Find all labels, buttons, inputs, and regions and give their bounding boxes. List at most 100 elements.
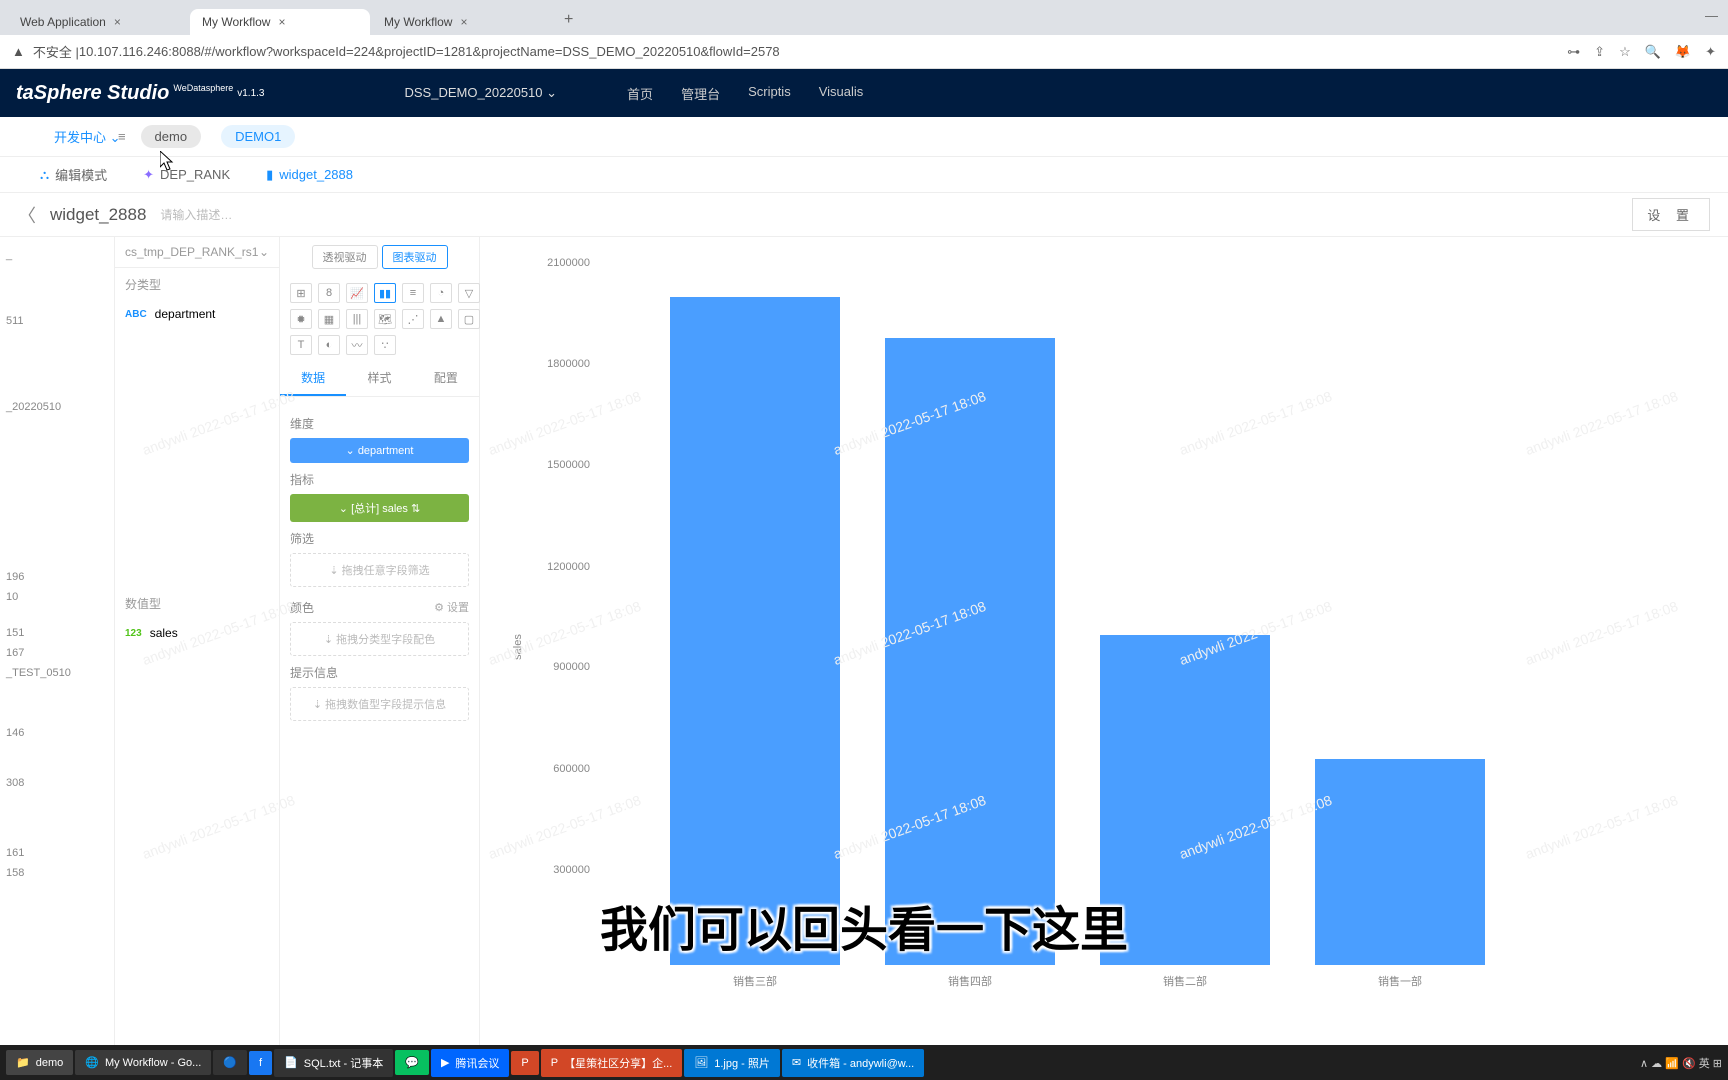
share-icon[interactable]: ⇪ (1594, 44, 1605, 60)
app-logo[interactable]: taSphere StudioWeDatasphere (16, 82, 233, 105)
taskbar-notepad[interactable]: 📄 SQL.txt - 记事本 (274, 1049, 393, 1077)
back-button[interactable]: 〈 (18, 202, 36, 228)
tab-data[interactable]: 数据 (280, 361, 346, 396)
crumb-demo[interactable]: demo (141, 125, 202, 148)
tree-item[interactable]: 146 (4, 723, 110, 743)
map-chart-icon[interactable]: 🗺 (374, 309, 396, 329)
left-tree[interactable]: _ 511 _20220510 196 10 151 167 _TEST_051… (0, 237, 115, 1045)
tree-item[interactable]: 158 (4, 863, 110, 883)
config-panel: 透视驱动 图表驱动 ⊞ 8 📈 ▮▮ ≡ ◔ ▽ ✹ ▦ ||| 🗺 ⋰ ▲ ▢… (280, 237, 480, 1045)
pie-chart-icon[interactable]: ◔ (430, 283, 452, 303)
y-tick: 1500000 (530, 459, 590, 471)
subtab-widget[interactable]: ▮ widget_2888 (258, 163, 361, 187)
tab-style[interactable]: 样式 (346, 361, 412, 396)
collapse-icon[interactable]: ≡ (118, 129, 126, 144)
taskbar-ppt-app[interactable]: P (511, 1051, 538, 1075)
subtab-edit-mode[interactable]: ⛬ 编辑模式 (32, 161, 115, 188)
key-icon[interactable]: ⊶ (1567, 44, 1580, 60)
system-tray[interactable]: ∧ ☁ 📶 🔇 英 ⊞ (1640, 1055, 1722, 1071)
text-chart-icon[interactable]: T (290, 335, 312, 355)
taskbar-photo[interactable]: 🖼 1.jpg - 照片 (684, 1049, 780, 1077)
chart-drive-button[interactable]: 图表驱动 (382, 245, 448, 269)
tree-item[interactable]: 511 (4, 311, 110, 331)
tree-item[interactable]: _TEST_0510 (4, 663, 110, 683)
bar-0[interactable] (670, 297, 840, 965)
scatter-chart-icon[interactable]: ⋰ (402, 309, 424, 329)
line-chart-icon[interactable]: 📈 (346, 283, 368, 303)
tree-item[interactable]: 308 (4, 773, 110, 793)
minimize-icon[interactable]: — (1705, 8, 1718, 23)
taskbar-edge[interactable]: 🔵 (213, 1050, 247, 1075)
taskbar-meeting[interactable]: ▶ 腾讯会议 (431, 1049, 509, 1077)
extensions-icon[interactable]: ✦ (1705, 44, 1716, 60)
taskbar-folder[interactable]: 📁 demo (6, 1050, 73, 1075)
gauge-chart-icon[interactable]: ◐ (318, 335, 340, 355)
tab-config[interactable]: 配置 (413, 361, 479, 396)
tree-item[interactable]: 151 (4, 623, 110, 643)
pivot-drive-button[interactable]: 透视驱动 (312, 245, 378, 269)
taskbar-outlook[interactable]: ✉ 收件箱 - andywli@w... (782, 1049, 924, 1077)
taskbar-wechat[interactable]: 💬 (395, 1050, 429, 1075)
tree-item[interactable]: _ (4, 245, 110, 265)
nav-home[interactable]: 首页 (627, 84, 653, 103)
color-dropzone[interactable]: ⇣ 拖拽分类型字段配色 (290, 622, 469, 656)
number-chart-icon[interactable]: 8 (318, 283, 340, 303)
area-chart-icon[interactable]: ▲ (430, 309, 452, 329)
drive-mode-toggle: 透视驱动 图表驱动 (280, 237, 479, 277)
fox-ext-icon[interactable]: 🦊 (1675, 44, 1691, 60)
nav-scriptis[interactable]: Scriptis (748, 84, 791, 103)
tree-item[interactable]: 167 (4, 643, 110, 663)
fields-panel: cs_tmp_DEP_RANK_rs1 ⌄ 分类型 ABC department… (115, 237, 280, 1045)
browser-tab[interactable]: My Workflow × (372, 9, 552, 35)
taskbar-app[interactable]: f (249, 1051, 272, 1075)
bar-1[interactable] (885, 338, 1055, 965)
radar-chart-icon[interactable]: ✹ (290, 309, 312, 329)
bar-chart-icon[interactable]: ▮▮ (374, 283, 396, 303)
browser-tab[interactable]: Web Application × (8, 9, 188, 35)
sankey-chart-icon[interactable]: ▦ (318, 309, 340, 329)
wave-chart-icon[interactable]: 〰 (346, 335, 368, 355)
funnel-chart-icon[interactable]: ▽ (458, 283, 480, 303)
bar-3[interactable] (1315, 759, 1485, 965)
field-sales[interactable]: 123 sales (115, 620, 279, 646)
settings-button[interactable]: 设 置 (1632, 198, 1710, 231)
y-axis-label: sales (512, 634, 524, 660)
datasource-selector[interactable]: cs_tmp_DEP_RANK_rs1 ⌄ (115, 237, 279, 268)
chart-type-grid: ⊞ 8 📈 ▮▮ ≡ ◔ ▽ ✹ ▦ ||| 🗺 ⋰ ▲ ▢ T ◐ 〰 ∵ (280, 277, 479, 361)
field-department[interactable]: ABC department (115, 301, 279, 327)
widget-description[interactable]: 请输入描述… (160, 206, 232, 223)
nav-visualis[interactable]: Visualis (819, 84, 864, 103)
nav-admin[interactable]: 管理台 (681, 84, 720, 103)
color-settings-link[interactable]: ⚙ 设置 (434, 599, 469, 615)
subtab-dep-rank[interactable]: ✦ DEP_RANK (135, 163, 238, 187)
box-chart-icon[interactable]: ▢ (458, 309, 480, 329)
browser-tab-active[interactable]: My Workflow × (190, 9, 370, 35)
new-tab-button[interactable]: + (554, 5, 583, 35)
crumb-demo1[interactable]: DEMO1 (221, 125, 295, 148)
search-ext-icon[interactable]: 🔍 (1645, 44, 1661, 60)
parallel-chart-icon[interactable]: ||| (346, 309, 368, 329)
tooltip-label: 提示信息 (290, 664, 469, 681)
filter-dropzone[interactable]: ⇣ 拖拽任意字段筛选 (290, 553, 469, 587)
address-bar[interactable]: ▲ 不安全 | 10.107.116.246:8088/#/workflow?w… (0, 35, 1728, 69)
tooltip-dropzone[interactable]: ⇣ 拖拽数值型字段提示信息 (290, 687, 469, 721)
tree-item[interactable]: 10 (4, 587, 110, 607)
close-icon[interactable]: × (460, 15, 467, 29)
taskbar-chrome[interactable]: 🌐 My Workflow - Go... (75, 1050, 211, 1075)
table-chart-icon[interactable]: ⊞ (290, 283, 312, 303)
dimension-chip[interactable]: ⌄ department (290, 438, 469, 463)
star-icon[interactable]: ☆ (1619, 44, 1631, 60)
tree-item[interactable]: _20220510 (4, 397, 110, 417)
graph-chart-icon[interactable]: ∵ (374, 335, 396, 355)
chevron-down-icon: ⌄ (259, 245, 269, 259)
close-icon[interactable]: × (278, 15, 285, 29)
metric-chip[interactable]: ⌄ [总计] sales ⇅ (290, 494, 469, 522)
taskbar-ppt[interactable]: P 【星策社区分享】企... (541, 1049, 683, 1077)
tree-item[interactable]: 161 (4, 843, 110, 863)
chevron-down-icon: ⌄ (546, 85, 557, 100)
tree-item[interactable]: 196 (4, 567, 110, 587)
hbar-chart-icon[interactable]: ≡ (402, 283, 424, 303)
dev-center-link[interactable]: 开发中心 ⌄ (54, 127, 121, 146)
close-icon[interactable]: × (114, 15, 121, 29)
project-selector[interactable]: DSS_DEMO_20220510 ⌄ (404, 85, 557, 101)
